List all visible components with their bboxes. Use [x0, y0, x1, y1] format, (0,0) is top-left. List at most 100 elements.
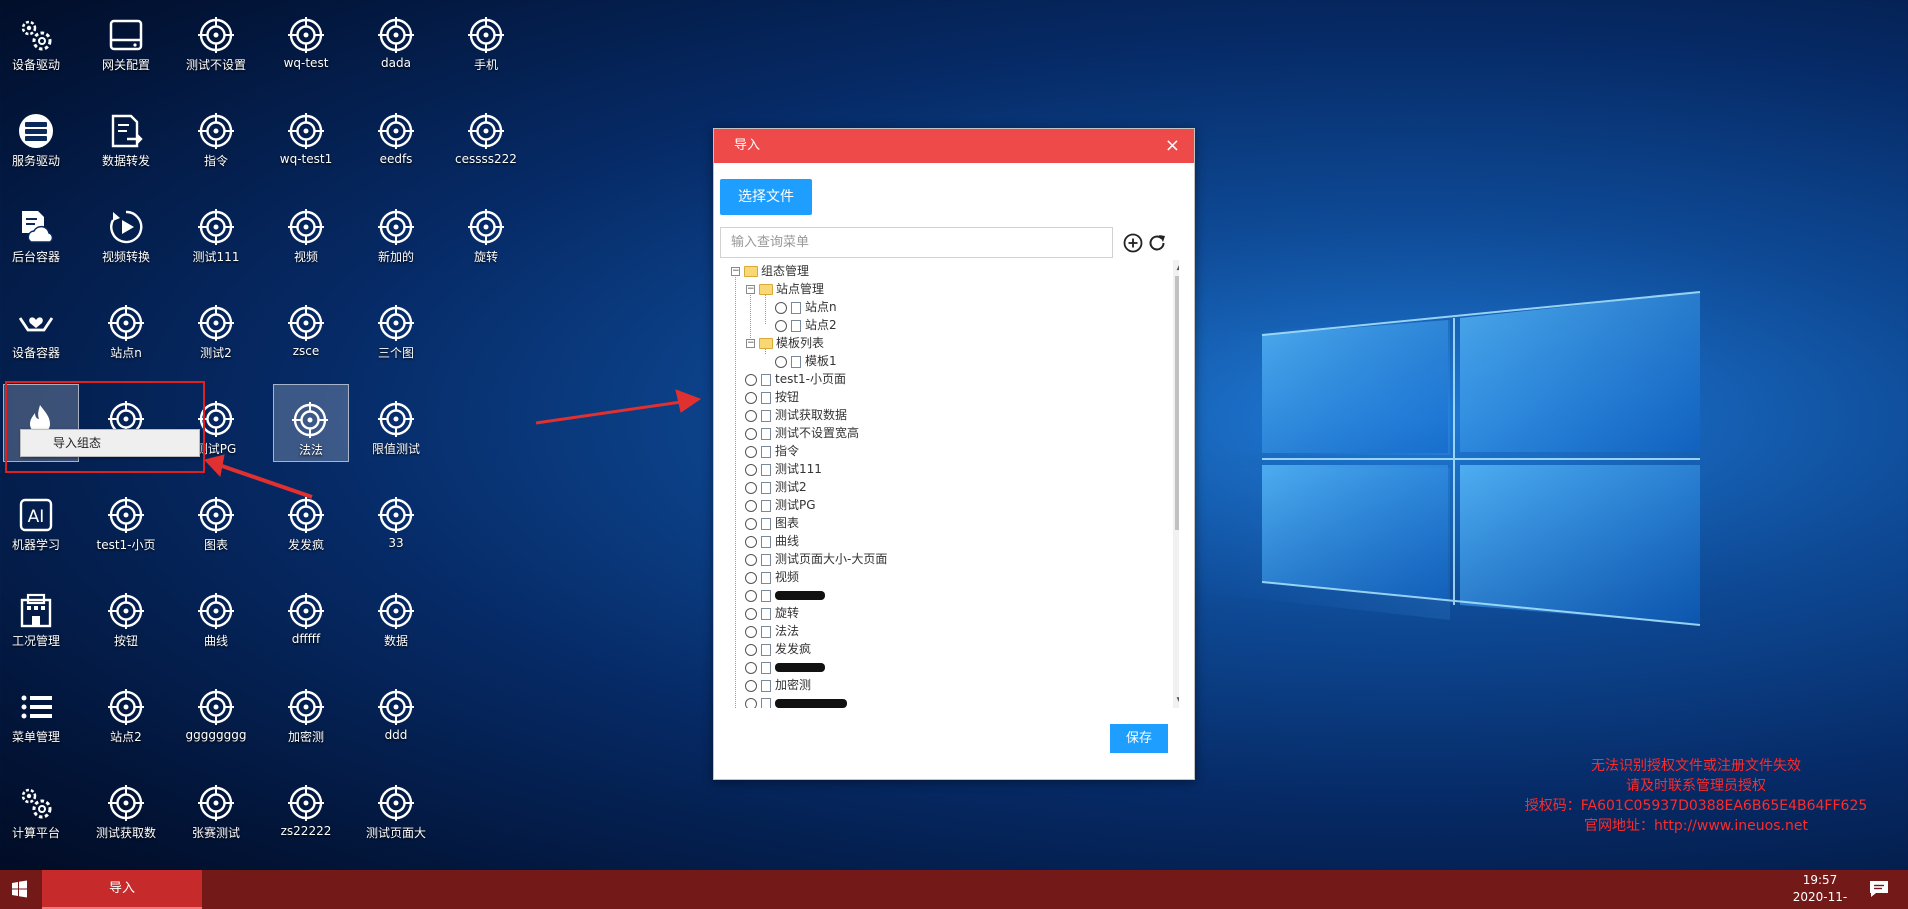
desktop-icon[interactable]: zs22222 — [270, 768, 342, 848]
tree-page-node[interactable]: 加密测 — [745, 676, 811, 694]
select-radio[interactable] — [745, 571, 757, 584]
desktop-icon[interactable]: 数据 — [360, 576, 432, 656]
taskbar-item-import[interactable]: 导入 — [42, 870, 202, 909]
desktop-icon[interactable]: cessss222 — [450, 96, 522, 176]
desktop-icon[interactable]: 发发疯 — [270, 480, 342, 560]
desktop-icon[interactable]: 图表 — [180, 480, 252, 560]
tree-page-node[interactable]: 测试页面大小-大页面 — [745, 550, 887, 568]
desktop-icon[interactable]: 设备驱动 — [0, 0, 72, 80]
desktop-icon[interactable]: 视频 — [270, 192, 342, 272]
tree-page-node[interactable]: 模板1 — [775, 352, 837, 370]
desktop-icon[interactable]: 曲线 — [180, 576, 252, 656]
desktop-icon[interactable]: 后台容器 — [0, 192, 72, 272]
select-radio[interactable] — [745, 499, 757, 512]
tree-page-node[interactable]: 法法 — [745, 622, 799, 640]
desktop-icon[interactable]: zsce — [270, 288, 342, 368]
tree-folder-node[interactable]: − 站点管理 — [746, 280, 824, 298]
desktop-icon[interactable]: 菜单管理 — [0, 672, 72, 752]
tree-page-node[interactable]: 测试111 — [745, 460, 822, 478]
desktop-icon[interactable]: 法法 — [273, 384, 349, 462]
desktop-icon[interactable]: eedfs — [360, 96, 432, 176]
collapse-toggle-icon[interactable]: − — [731, 267, 740, 276]
context-menu[interactable]: 导入组态 — [20, 429, 200, 457]
desktop-icon[interactable]: 数据转发 — [90, 96, 162, 176]
desktop-icon[interactable]: 计算平台 — [0, 768, 72, 848]
tree-page-node[interactable]: 按钮 — [745, 388, 799, 406]
tree-page-node[interactable]: 曲线 — [745, 532, 799, 550]
desktop-icon[interactable]: 旋转 — [450, 192, 522, 272]
desktop-icon[interactable]: 按钮 — [90, 576, 162, 656]
desktop-icon[interactable]: 加密测 — [270, 672, 342, 752]
select-radio[interactable] — [745, 589, 757, 602]
tree-page-node[interactable]: test1-小页面 — [745, 370, 846, 388]
tree-page-node[interactable]: 站点2 — [775, 316, 837, 334]
scroll-thumb[interactable] — [1175, 276, 1179, 530]
scroll-down-icon[interactable]: ▼ — [1173, 694, 1179, 708]
tree-folder-node[interactable]: − 模板列表 — [746, 334, 824, 352]
tree-page-node[interactable]: 测试2 — [745, 478, 807, 496]
select-radio[interactable] — [745, 607, 757, 620]
select-radio[interactable] — [775, 355, 787, 368]
taskbar-clock[interactable]: 19:57 2020-11-8 — [1790, 872, 1850, 909]
desktop-icon[interactable]: AI 机器学习 — [0, 480, 72, 560]
save-button[interactable]: 保存 — [1110, 724, 1168, 753]
select-radio[interactable] — [745, 391, 757, 404]
collapse-toggle-icon[interactable]: − — [746, 339, 755, 348]
tree-folder-node[interactable]: − 组态管理 — [731, 262, 809, 280]
tree-page-node[interactable]: 测试PG — [745, 496, 816, 514]
desktop-icon[interactable]: 测试获取数 — [90, 768, 162, 848]
select-radio[interactable] — [745, 427, 757, 440]
desktop-icon[interactable]: wq-test — [270, 0, 342, 80]
tree-page-node[interactable]: 视频 — [745, 568, 799, 586]
tree-page-node[interactable]: 图表 — [745, 514, 799, 532]
desktop-icon[interactable]: gggggggg — [180, 672, 252, 752]
desktop-icon[interactable]: test1-小页 — [90, 480, 162, 560]
desktop-icon[interactable]: 视频转换 — [90, 192, 162, 272]
context-menu-item-import[interactable]: 导入组态 — [53, 436, 101, 450]
select-radio[interactable] — [745, 517, 757, 530]
tree-page-node[interactable]: 测试不设置宽高 — [745, 424, 859, 442]
refresh-icon[interactable] — [1146, 232, 1168, 254]
desktop-icon[interactable]: 指令 — [180, 96, 252, 176]
select-radio[interactable] — [745, 625, 757, 638]
chat-bubble-icon[interactable] — [1868, 878, 1890, 900]
select-radio[interactable] — [745, 445, 757, 458]
desktop-icon[interactable]: 张赛测试 — [180, 768, 252, 848]
select-radio[interactable] — [745, 373, 757, 386]
choose-file-button[interactable]: 选择文件 — [720, 179, 812, 215]
desktop-icon[interactable]: wq-test1 — [270, 96, 342, 176]
select-radio[interactable] — [745, 697, 757, 708]
desktop-icon[interactable]: 测试111 — [180, 192, 252, 272]
select-radio[interactable] — [745, 409, 757, 422]
desktop-icon[interactable]: 手机 — [450, 0, 522, 80]
tree-page-node[interactable] — [745, 694, 847, 708]
desktop-icon[interactable]: 站点n — [90, 288, 162, 368]
select-radio[interactable] — [775, 301, 787, 314]
select-radio[interactable] — [745, 679, 757, 692]
desktop-icon[interactable]: 服务驱动 — [0, 96, 72, 176]
tree-page-node[interactable]: 测试获取数据 — [745, 406, 847, 424]
tree-page-node[interactable] — [745, 658, 825, 676]
desktop-icon[interactable]: 测试页面大 — [360, 768, 432, 848]
desktop-icon[interactable]: dfffff — [270, 576, 342, 656]
search-menu-input[interactable] — [720, 227, 1113, 258]
tree-scrollbar[interactable]: ▲ ▼ — [1173, 260, 1179, 708]
tree-page-node[interactable]: 旋转 — [745, 604, 799, 622]
select-radio[interactable] — [745, 553, 757, 566]
desktop-icon[interactable]: 测试2 — [180, 288, 252, 368]
select-radio[interactable] — [745, 661, 757, 674]
desktop-icon[interactable]: 限值测试 — [360, 384, 432, 464]
desktop-icon[interactable]: 工况管理 — [0, 576, 72, 656]
select-radio[interactable] — [745, 463, 757, 476]
select-radio[interactable] — [745, 535, 757, 548]
desktop-icon[interactable]: ddd — [360, 672, 432, 752]
desktop-icon[interactable]: 站点2 — [90, 672, 162, 752]
desktop-icon[interactable]: 三个图 — [360, 288, 432, 368]
desktop-icon[interactable]: dada — [360, 0, 432, 80]
select-radio[interactable] — [745, 643, 757, 656]
select-radio[interactable] — [775, 319, 787, 332]
desktop-icon[interactable]: 网关配置 — [90, 0, 162, 80]
tree-page-node[interactable]: 发发疯 — [745, 640, 811, 658]
desktop-icon[interactable]: 测试不设置 — [180, 0, 252, 80]
desktop-icon[interactable]: 设备容器 — [0, 288, 72, 368]
